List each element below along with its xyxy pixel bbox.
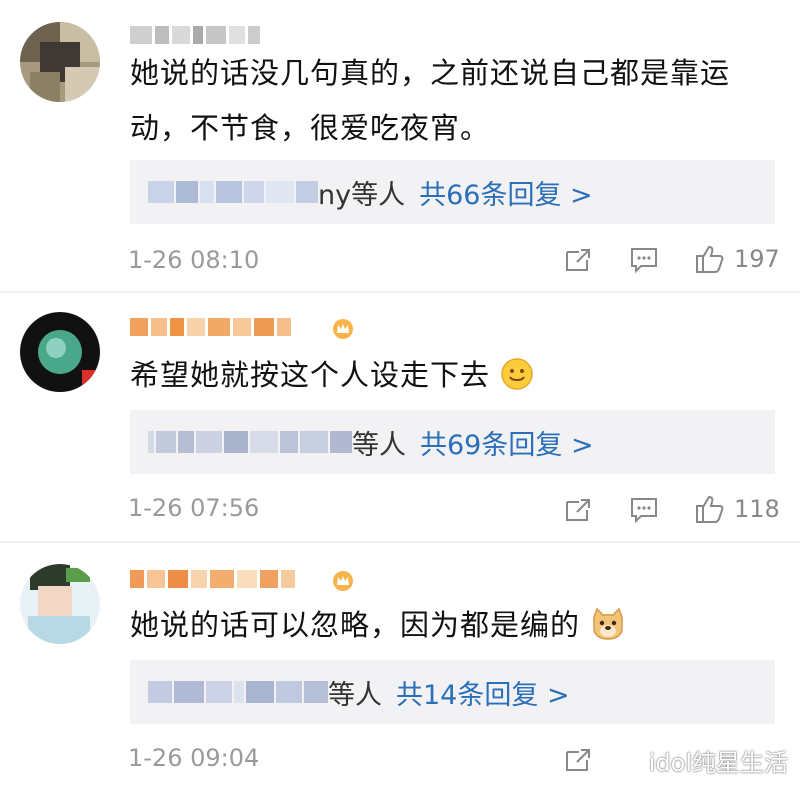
share-icon[interactable] (563, 246, 593, 274)
comment-text: 希望她就按这个人设走下去 (130, 348, 770, 403)
thumbs-up-icon (694, 494, 726, 524)
comment-icon[interactable] (629, 496, 659, 524)
timestamp: 1-26 08:10 (128, 246, 260, 274)
watermark-text: idol纯星生活 (648, 749, 788, 777)
reply-users-suffix: 等人 (328, 679, 382, 711)
like-count: 197 (734, 245, 780, 273)
view-replies-link[interactable]: 共14条回复 > (396, 673, 570, 712)
timestamp: 1-26 09:04 (128, 744, 260, 772)
share-icon[interactable] (563, 746, 593, 774)
doge-emoji-icon (590, 607, 626, 641)
avatar[interactable] (20, 22, 100, 102)
crown-badge-icon (332, 318, 354, 340)
like-button[interactable]: 118 (694, 494, 780, 524)
watermark: idol纯星生活 (609, 743, 788, 778)
thumbs-up-icon (694, 244, 726, 274)
avatar[interactable] (20, 312, 100, 392)
comment-text-content: 她说的话可以忽略，因为都是编的 (130, 608, 581, 642)
like-count: 118 (734, 495, 780, 523)
comment-item: 希望她就按这个人设走下去 等人 共69条回复 > 1-26 07:56 118 (0, 292, 800, 542)
crown-badge-icon (332, 570, 354, 592)
view-replies-link[interactable]: 共69条回复 > (420, 423, 594, 462)
reply-users-blurred (148, 429, 352, 455)
reply-preview[interactable]: 等人 共14条回复 > (130, 660, 775, 724)
smile-emoji-icon (500, 357, 534, 391)
share-icon[interactable] (563, 496, 593, 524)
reply-users-suffix: ny等人 (318, 179, 406, 211)
comment-text-content: 希望她就按这个人设走下去 (130, 358, 491, 392)
reply-preview[interactable]: 等人 共69条回复 > (130, 410, 775, 474)
comment-text: 她说的话可以忽略，因为都是编的 (130, 598, 770, 653)
reply-preview[interactable]: ny等人 共66条回复 > (130, 160, 775, 224)
comment-item: 她说的话没几句真的，之前还说自己都是靠运动，不节食，很爱吃夜宵。 ny等人 共6… (0, 0, 800, 292)
like-button[interactable]: 197 (694, 244, 780, 274)
reply-users-blurred (148, 179, 318, 205)
avatar[interactable] (20, 564, 100, 644)
comment-icon[interactable] (629, 246, 659, 274)
view-replies-link[interactable]: 共66条回复 > (419, 173, 593, 212)
username-blurred[interactable] (130, 566, 295, 592)
username-blurred[interactable] (130, 22, 260, 48)
comment-text: 她说的话没几句真的，之前还说自己都是靠运动，不节食，很爱吃夜宵。 (130, 56, 731, 145)
reply-users-suffix: 等人 (352, 429, 406, 461)
wechat-icon (609, 747, 643, 775)
timestamp: 1-26 07:56 (128, 494, 260, 522)
username-blurred[interactable] (130, 314, 291, 340)
reply-users-blurred (148, 679, 328, 705)
